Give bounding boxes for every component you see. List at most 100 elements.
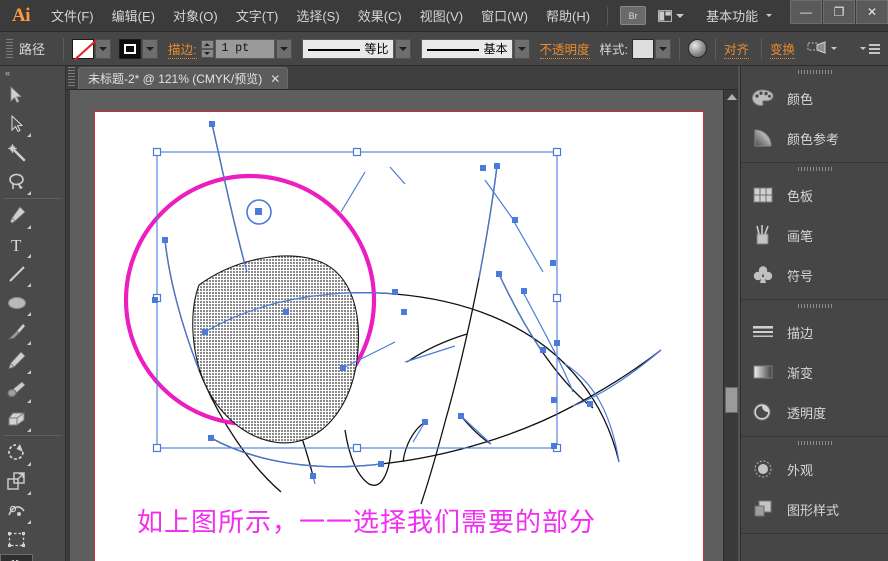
free-transform-tool[interactable] xyxy=(0,525,33,554)
ellipse-tool[interactable] xyxy=(0,288,33,317)
isolate-chevron-down-icon[interactable] xyxy=(831,47,838,50)
panel-color-guide[interactable]: 颜色参考 xyxy=(741,118,888,158)
arrange-documents-icon[interactable] xyxy=(658,6,685,25)
panel-graphic-styles[interactable]: 图形样式 xyxy=(741,489,888,529)
window-controls: — ❐ ✕ xyxy=(789,0,888,26)
close-button[interactable]: ✕ xyxy=(856,0,888,24)
dock-group-2: 色板 画笔 符号 xyxy=(741,163,888,300)
lasso-tool[interactable] xyxy=(0,167,33,196)
panel-transparency[interactable]: 透明度 xyxy=(741,392,888,432)
dock-group-4: 外观 图形样式 xyxy=(741,437,888,534)
canvas-area[interactable]: 如上图所示，一一选择我们需要的部分 xyxy=(66,90,738,561)
transform-button[interactable]: 变换 xyxy=(770,39,796,59)
brush-definition-label: 基本 xyxy=(483,42,508,56)
maximize-button[interactable]: ❐ xyxy=(823,0,855,24)
panel-swatches[interactable]: 色板 xyxy=(741,175,888,215)
magic-wand-tool[interactable] xyxy=(0,138,33,167)
direct-selection-tool[interactable] xyxy=(0,109,33,138)
dock-group-4-grip[interactable] xyxy=(741,437,888,449)
stroke-profile-dropdown[interactable] xyxy=(394,38,411,59)
recolor-artwork-icon[interactable] xyxy=(688,39,707,58)
panel-gradient[interactable]: 渐变 xyxy=(741,352,888,392)
document-tab-title: 未标题-2* @ 121% (CMYK/预览) xyxy=(88,72,263,86)
stroke-profile-select[interactable]: 等比 xyxy=(301,38,394,59)
control-bar-grip[interactable] xyxy=(6,38,13,59)
panel-stroke[interactable]: 描边 xyxy=(741,312,888,352)
artwork-svg xyxy=(123,121,662,505)
tab-bar-grip[interactable] xyxy=(68,67,75,87)
canvas-caption: 如上图所示，一一选择我们需要的部分 xyxy=(137,508,597,538)
panel-brushes[interactable]: 画笔 xyxy=(741,215,888,255)
isolate-selected-object-icon[interactable] xyxy=(807,40,827,57)
pencil-tool[interactable] xyxy=(0,346,33,375)
stroke-color-swatch[interactable] xyxy=(119,38,142,59)
menu-window[interactable]: 窗口(W) xyxy=(472,0,537,32)
stroke-weight-dropdown[interactable] xyxy=(275,38,292,59)
fill-color-swatch[interactable] xyxy=(72,38,95,59)
document-tab[interactable]: 未标题-2* @ 121% (CMYK/预览) ✕ xyxy=(78,67,289,89)
blob-brush-tool[interactable] xyxy=(0,375,33,404)
align-button[interactable]: 对齐 xyxy=(724,39,750,59)
scale-tool[interactable] xyxy=(0,467,33,496)
menu-select[interactable]: 选择(S) xyxy=(287,0,348,32)
dock-group-1-grip[interactable] xyxy=(741,66,888,78)
panel-symbols-label: 符号 xyxy=(787,268,814,284)
brush-definition-dropdown[interactable] xyxy=(513,38,530,59)
menu-effect[interactable]: 效果(C) xyxy=(349,0,411,32)
stroke-weight-input[interactable]: 1 pt xyxy=(214,38,275,59)
menu-help[interactable]: 帮助(H) xyxy=(537,0,599,32)
artboard[interactable]: 如上图所示，一一选择我们需要的部分 xyxy=(94,111,704,561)
type-tool[interactable]: T xyxy=(0,230,33,259)
tools-divider-2 xyxy=(4,435,61,436)
pen-tool[interactable] xyxy=(0,201,33,230)
dock-group-3-grip[interactable] xyxy=(741,300,888,312)
line-segment-tool[interactable] xyxy=(0,259,33,288)
scroll-up-icon[interactable] xyxy=(724,90,738,104)
shape-builder-tool[interactable] xyxy=(0,554,33,561)
menu-type[interactable]: 文字(T) xyxy=(227,0,288,32)
graphic-style-dropdown[interactable] xyxy=(655,38,671,59)
panel-appearance-label: 外观 xyxy=(787,462,814,478)
panel-appearance[interactable]: 外观 xyxy=(741,449,888,489)
panel-gradient-label: 渐变 xyxy=(787,365,814,381)
chevron-down-icon xyxy=(676,13,685,18)
menu-view[interactable]: 视图(V) xyxy=(411,0,472,32)
eraser-tool[interactable] xyxy=(0,404,33,433)
opacity-label[interactable]: 不透明度 xyxy=(539,39,590,59)
panel-color[interactable]: 颜色 xyxy=(741,78,888,118)
menu-edit[interactable]: 编辑(E) xyxy=(103,0,164,32)
dock-group-2-grip[interactable] xyxy=(741,163,888,175)
fill-swatch-dropdown[interactable] xyxy=(95,38,112,59)
tab-close-icon[interactable]: ✕ xyxy=(270,73,280,85)
bridge-icon[interactable]: Br xyxy=(620,6,647,25)
selection-tool[interactable] xyxy=(0,80,33,109)
app-logo: Ai xyxy=(12,4,31,26)
minimize-button[interactable]: — xyxy=(790,0,822,24)
width-tool[interactable] xyxy=(0,496,33,525)
panel-menu-chevron-icon[interactable] xyxy=(860,47,866,50)
graphic-style-swatch[interactable] xyxy=(632,38,654,59)
brush-definition-select[interactable]: 基本 xyxy=(420,38,513,59)
menu-divider xyxy=(607,6,609,25)
workspace-chevron-down-icon[interactable] xyxy=(766,14,773,17)
stroke-weight-stepper[interactable] xyxy=(200,39,214,58)
scrollbar-thumb[interactable] xyxy=(725,387,738,413)
stroke-swatch-dropdown[interactable] xyxy=(142,38,159,59)
stroke-weight-label[interactable]: 描边: xyxy=(168,39,197,59)
document-tab-bar: 未标题-2* @ 121% (CMYK/预览) ✕ xyxy=(66,66,738,90)
workspace-switcher[interactable]: 基本功能 xyxy=(706,6,758,25)
vertical-scrollbar[interactable] xyxy=(723,90,738,561)
control-panel-menu-icon[interactable] xyxy=(869,43,880,54)
tools-grid-2: T xyxy=(0,201,65,433)
panel-symbols[interactable]: 符号 xyxy=(741,255,888,295)
dock-group-1: 颜色 颜色参考 xyxy=(741,66,888,163)
menu-object[interactable]: 对象(O) xyxy=(164,0,227,32)
panel-stroke-label: 描边 xyxy=(787,325,814,341)
highlighted-shape xyxy=(192,255,360,444)
menu-file[interactable]: 文件(F) xyxy=(42,0,103,32)
paintbrush-tool[interactable] xyxy=(0,317,33,346)
tools-grid-3 xyxy=(0,438,65,561)
rotate-tool[interactable] xyxy=(0,438,33,467)
control-bar-right xyxy=(856,43,888,54)
tools-panel-grip[interactable]: « xyxy=(0,66,65,80)
